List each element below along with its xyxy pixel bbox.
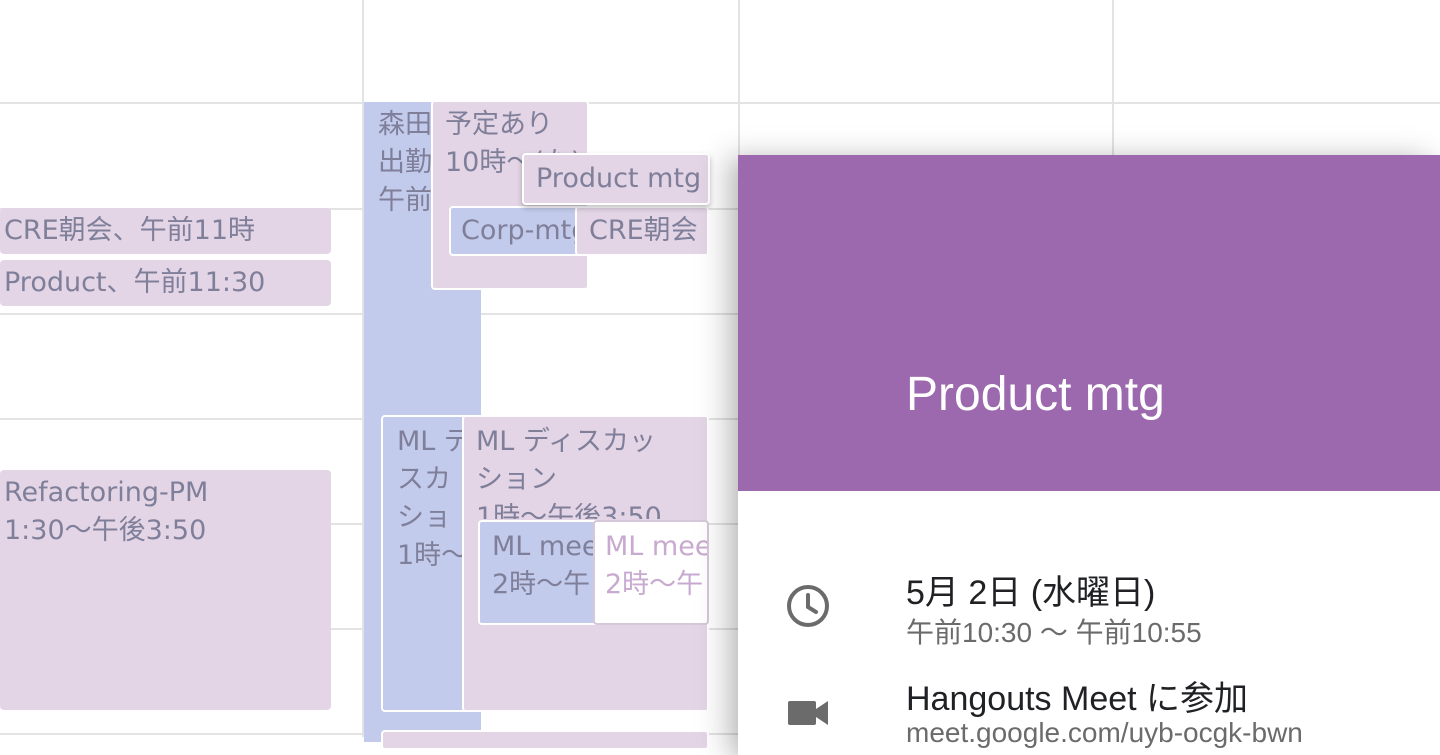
video-camera-icon	[788, 701, 828, 725]
event-cre-morning-small[interactable]: CRE朝会	[575, 206, 709, 256]
event-line: ション	[476, 464, 557, 495]
event-product-mtg-selected[interactable]: Product mtg	[522, 153, 710, 205]
event-ml-meet-declined[interactable]: ML meet 2時〜午	[593, 520, 709, 625]
event-label: CRE朝会、午前11時	[4, 215, 256, 246]
event-product[interactable]: Product⁩、午前11:30	[0, 260, 331, 306]
event-label: Corp-mtg	[461, 215, 589, 246]
event-label: Product mtg	[536, 163, 702, 194]
popup-header: Product mtg	[738, 155, 1440, 491]
grid-hour-line	[0, 102, 1440, 104]
event-line: 2時〜午	[605, 569, 704, 600]
event-corp-mtg[interactable]: Corp-mtg	[449, 206, 589, 256]
popup-title: Product mtg	[906, 368, 1165, 421]
event-ml-discussion[interactable]: ML デ スカ ショ 1時〜	[381, 415, 471, 712]
event-label: CRE朝会	[589, 215, 698, 246]
clock-icon	[787, 585, 829, 627]
popup-date: 5月 2日 (水曜日)	[906, 574, 1156, 612]
event-time: 1:30〜午後3:50	[4, 515, 207, 546]
meet-url[interactable]: meet.google.com/uyb-ocgk-bwn	[906, 717, 1303, 749]
event-line: ML meet	[605, 531, 707, 562]
event-line: ショ	[397, 502, 451, 533]
popup-time-range: 午前10:30 〜 午前10:55	[906, 617, 1202, 648]
event-line: 1時〜午後3:50	[476, 502, 662, 519]
event-bottom-partial[interactable]	[381, 730, 709, 750]
event-line: 1時〜	[397, 540, 469, 571]
event-refactoring[interactable]: Refactoring-PM 1:30〜午後3:50	[0, 470, 331, 710]
event-title: 予定あり	[445, 109, 553, 140]
event-label: Product⁩、午前11:30	[4, 267, 266, 298]
join-meet-link[interactable]: Hangouts Meet に参加	[906, 671, 1248, 720]
event-line: ML デ	[397, 426, 471, 457]
event-line: スカ	[397, 464, 451, 495]
event-title: Refactoring-PM	[4, 477, 209, 508]
event-detail-popup: Product mtg 5月 2日 (水曜日) 午前10:30 〜 午前10:5…	[738, 155, 1440, 755]
event-line: ML ディスカッ	[476, 426, 657, 457]
event-cre-morning[interactable]: CRE朝会、午前11時	[0, 208, 331, 254]
